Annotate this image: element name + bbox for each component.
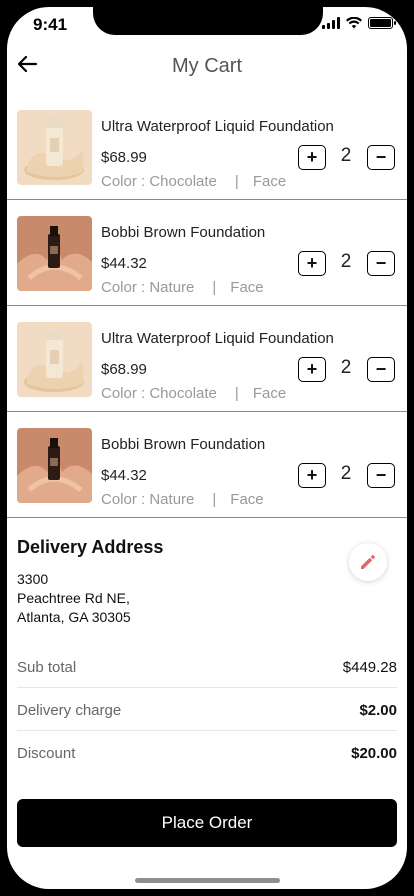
meta-separator: |: [212, 491, 217, 508]
summary-value: $449.28: [342, 659, 397, 676]
summary-value: $20.00: [351, 745, 397, 762]
status-icons: [322, 17, 396, 29]
summary-row-discount: Discount $20.00: [17, 731, 397, 774]
product-price: $68.99: [101, 149, 147, 166]
product-meta: Color : Chocolate | Face: [101, 173, 286, 190]
increase-quantity-button[interactable]: +: [298, 145, 326, 170]
pencil-icon: [361, 555, 375, 569]
decrease-quantity-button[interactable]: −: [367, 145, 395, 170]
quantity-value: 2: [340, 357, 352, 378]
cart-list: Ultra Waterproof Liquid Foundation $68.9…: [7, 93, 407, 518]
address-title: Delivery Address: [17, 537, 164, 557]
product-name: Bobbi Brown Foundation: [101, 224, 266, 241]
edit-address-button[interactable]: [349, 543, 387, 581]
product-color: Color : Chocolate: [101, 173, 217, 190]
summary-label: Delivery charge: [17, 702, 122, 719]
product-name: Ultra Waterproof Liquid Foundation: [101, 330, 334, 347]
address-line: Atlanta, GA 30305: [17, 609, 131, 625]
product-image: [17, 322, 92, 397]
delivery-address-section: Delivery Address 3300 Peachtree Rd NE, A…: [17, 537, 397, 627]
header: My Cart: [7, 43, 407, 93]
product-name: Bobbi Brown Foundation: [101, 436, 266, 453]
product-color: Color : Nature: [101, 491, 195, 508]
cart-item: Ultra Waterproof Liquid Foundation $68.9…: [7, 94, 407, 200]
product-price: $68.99: [101, 361, 147, 378]
place-order-button[interactable]: Place Order: [17, 799, 397, 847]
product-price: $44.32: [101, 467, 147, 484]
summary-value: $2.00: [359, 702, 397, 719]
screen: 9:41 My Cart Ultra Waterproof Liquid Fou…: [7, 7, 407, 889]
address-lines: 3300 Peachtree Rd NE, Atlanta, GA 30305: [17, 570, 397, 627]
status-time: 9:41: [33, 15, 68, 34]
address-line: Peachtree Rd NE,: [17, 590, 130, 606]
product-price: $44.32: [101, 255, 147, 272]
product-meta: Color : Chocolate | Face: [101, 385, 286, 402]
wifi-icon: [346, 17, 362, 29]
meta-separator: |: [234, 173, 239, 190]
cart-item: Ultra Waterproof Liquid Foundation $68.9…: [7, 306, 407, 412]
product-name: Ultra Waterproof Liquid Foundation: [101, 118, 334, 135]
product-category: Face: [252, 173, 287, 190]
product-meta: Color : Nature | Face: [101, 491, 264, 508]
cart-item: Bobbi Brown Foundation $44.32 Color : Na…: [7, 412, 407, 518]
phone-frame: 9:41 My Cart Ultra Waterproof Liquid Fou…: [0, 0, 414, 896]
product-color: Color : Nature: [101, 279, 195, 296]
product-category: Face: [230, 491, 264, 508]
status-bar: 9:41: [7, 7, 407, 43]
product-meta: Color : Nature | Face: [101, 279, 264, 296]
increase-quantity-button[interactable]: +: [298, 463, 326, 488]
meta-separator: |: [234, 385, 239, 402]
product-image: [17, 428, 92, 503]
address-line: 3300: [17, 571, 49, 587]
decrease-quantity-button[interactable]: −: [367, 251, 395, 276]
cart-item: Bobbi Brown Foundation $44.32 Color : Na…: [7, 200, 407, 306]
order-summary: Sub total $449.28 Delivery charge $2.00 …: [17, 645, 397, 774]
quantity-value: 2: [340, 145, 352, 166]
increase-quantity-button[interactable]: +: [298, 251, 326, 276]
product-image: [17, 110, 92, 185]
home-indicator: [135, 878, 280, 883]
quantity-value: 2: [340, 463, 352, 484]
increase-quantity-button[interactable]: +: [298, 357, 326, 382]
product-image: [17, 216, 92, 291]
summary-row-subtotal: Sub total $449.28: [17, 645, 397, 688]
decrease-quantity-button[interactable]: −: [367, 463, 395, 488]
product-category: Face: [252, 385, 287, 402]
meta-separator: |: [212, 279, 217, 296]
cellular-signal-icon: [322, 17, 340, 29]
summary-row-delivery: Delivery charge $2.00: [17, 688, 397, 731]
product-category: Face: [230, 279, 264, 296]
quantity-value: 2: [340, 251, 352, 272]
decrease-quantity-button[interactable]: −: [367, 357, 395, 382]
notch: [93, 7, 323, 35]
summary-label: Discount: [17, 745, 76, 762]
product-color: Color : Chocolate: [101, 385, 217, 402]
battery-icon: [368, 17, 396, 29]
summary-label: Sub total: [17, 659, 77, 676]
page-title: My Cart: [172, 55, 242, 77]
